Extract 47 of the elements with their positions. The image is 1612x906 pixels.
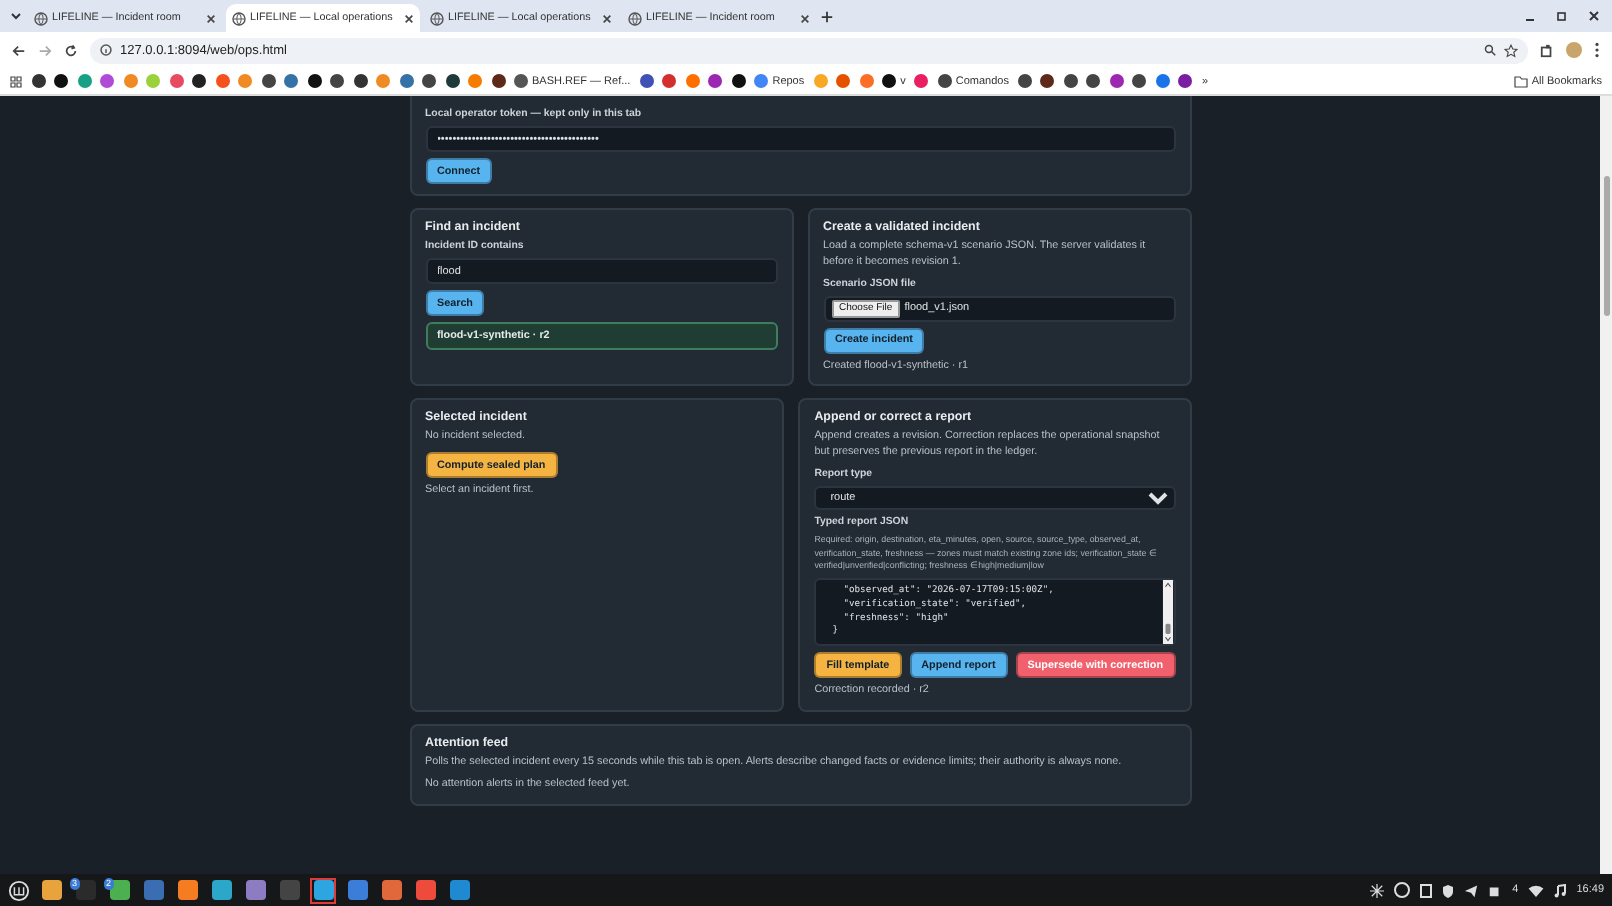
- bookmark-icon[interactable]: [1178, 74, 1193, 88]
- reload-icon[interactable]: [64, 43, 78, 57]
- back-icon[interactable]: [12, 43, 26, 57]
- bookmark-icon[interactable]: [639, 74, 654, 88]
- scrollbar-icon: [1161, 580, 1173, 645]
- wifi-icon[interactable]: [1528, 883, 1545, 897]
- close-icon[interactable]: [602, 13, 612, 23]
- apps-grid-icon[interactable]: [10, 75, 22, 87]
- new-tab-icon[interactable]: [820, 9, 834, 23]
- bookmark-icon[interactable]: [422, 74, 436, 88]
- extensions-icon[interactable]: [1540, 43, 1554, 57]
- menu-icon[interactable]: [1594, 42, 1600, 58]
- bookmark-icon[interactable]: [1040, 74, 1055, 88]
- bookmark-icon[interactable]: [1109, 74, 1124, 88]
- bookmark-icon[interactable]: [1086, 74, 1101, 88]
- send-icon[interactable]: [1464, 883, 1479, 897]
- star-icon[interactable]: [1504, 43, 1518, 57]
- bookmark-icon[interactable]: [491, 74, 505, 88]
- globe-icon: [34, 11, 48, 25]
- shield-icon[interactable]: [1442, 883, 1455, 897]
- zoom-icon[interactable]: [1484, 44, 1496, 56]
- folder-icon: [1513, 75, 1528, 87]
- globe-icon: [232, 11, 246, 25]
- restore-icon[interactable]: [1556, 10, 1568, 22]
- globe-icon: [430, 11, 444, 25]
- close-icon[interactable]: [800, 13, 810, 23]
- music-note-icon[interactable]: [1554, 883, 1567, 897]
- bookmark-icon[interactable]: [1063, 74, 1078, 88]
- bookmark-icon[interactable]: [1132, 74, 1147, 88]
- bookmark-icon[interactable]: [353, 74, 367, 88]
- close-icon[interactable]: [1588, 10, 1600, 22]
- bookmark-icon[interactable]: [307, 74, 321, 88]
- close-icon[interactable]: [206, 13, 216, 23]
- info-icon: [100, 44, 112, 56]
- bookmark-icon[interactable]: [731, 74, 746, 88]
- bookmark-icon[interactable]: [445, 74, 459, 88]
- bookmark-icon[interactable]: [31, 74, 45, 88]
- bookmark-icon[interactable]: [1017, 74, 1032, 88]
- bookmark-icon[interactable]: [54, 74, 68, 88]
- bookmark-icon[interactable]: [192, 74, 206, 88]
- tab-list-icon[interactable]: [8, 8, 24, 24]
- bookmark-icon[interactable]: [708, 74, 723, 88]
- globe-icon: [628, 11, 642, 25]
- bookmark-icon[interactable]: [261, 74, 275, 88]
- close-icon[interactable]: [404, 13, 414, 23]
- start-menu-icon[interactable]: [8, 879, 30, 901]
- bookmark-icon[interactable]: [330, 74, 344, 88]
